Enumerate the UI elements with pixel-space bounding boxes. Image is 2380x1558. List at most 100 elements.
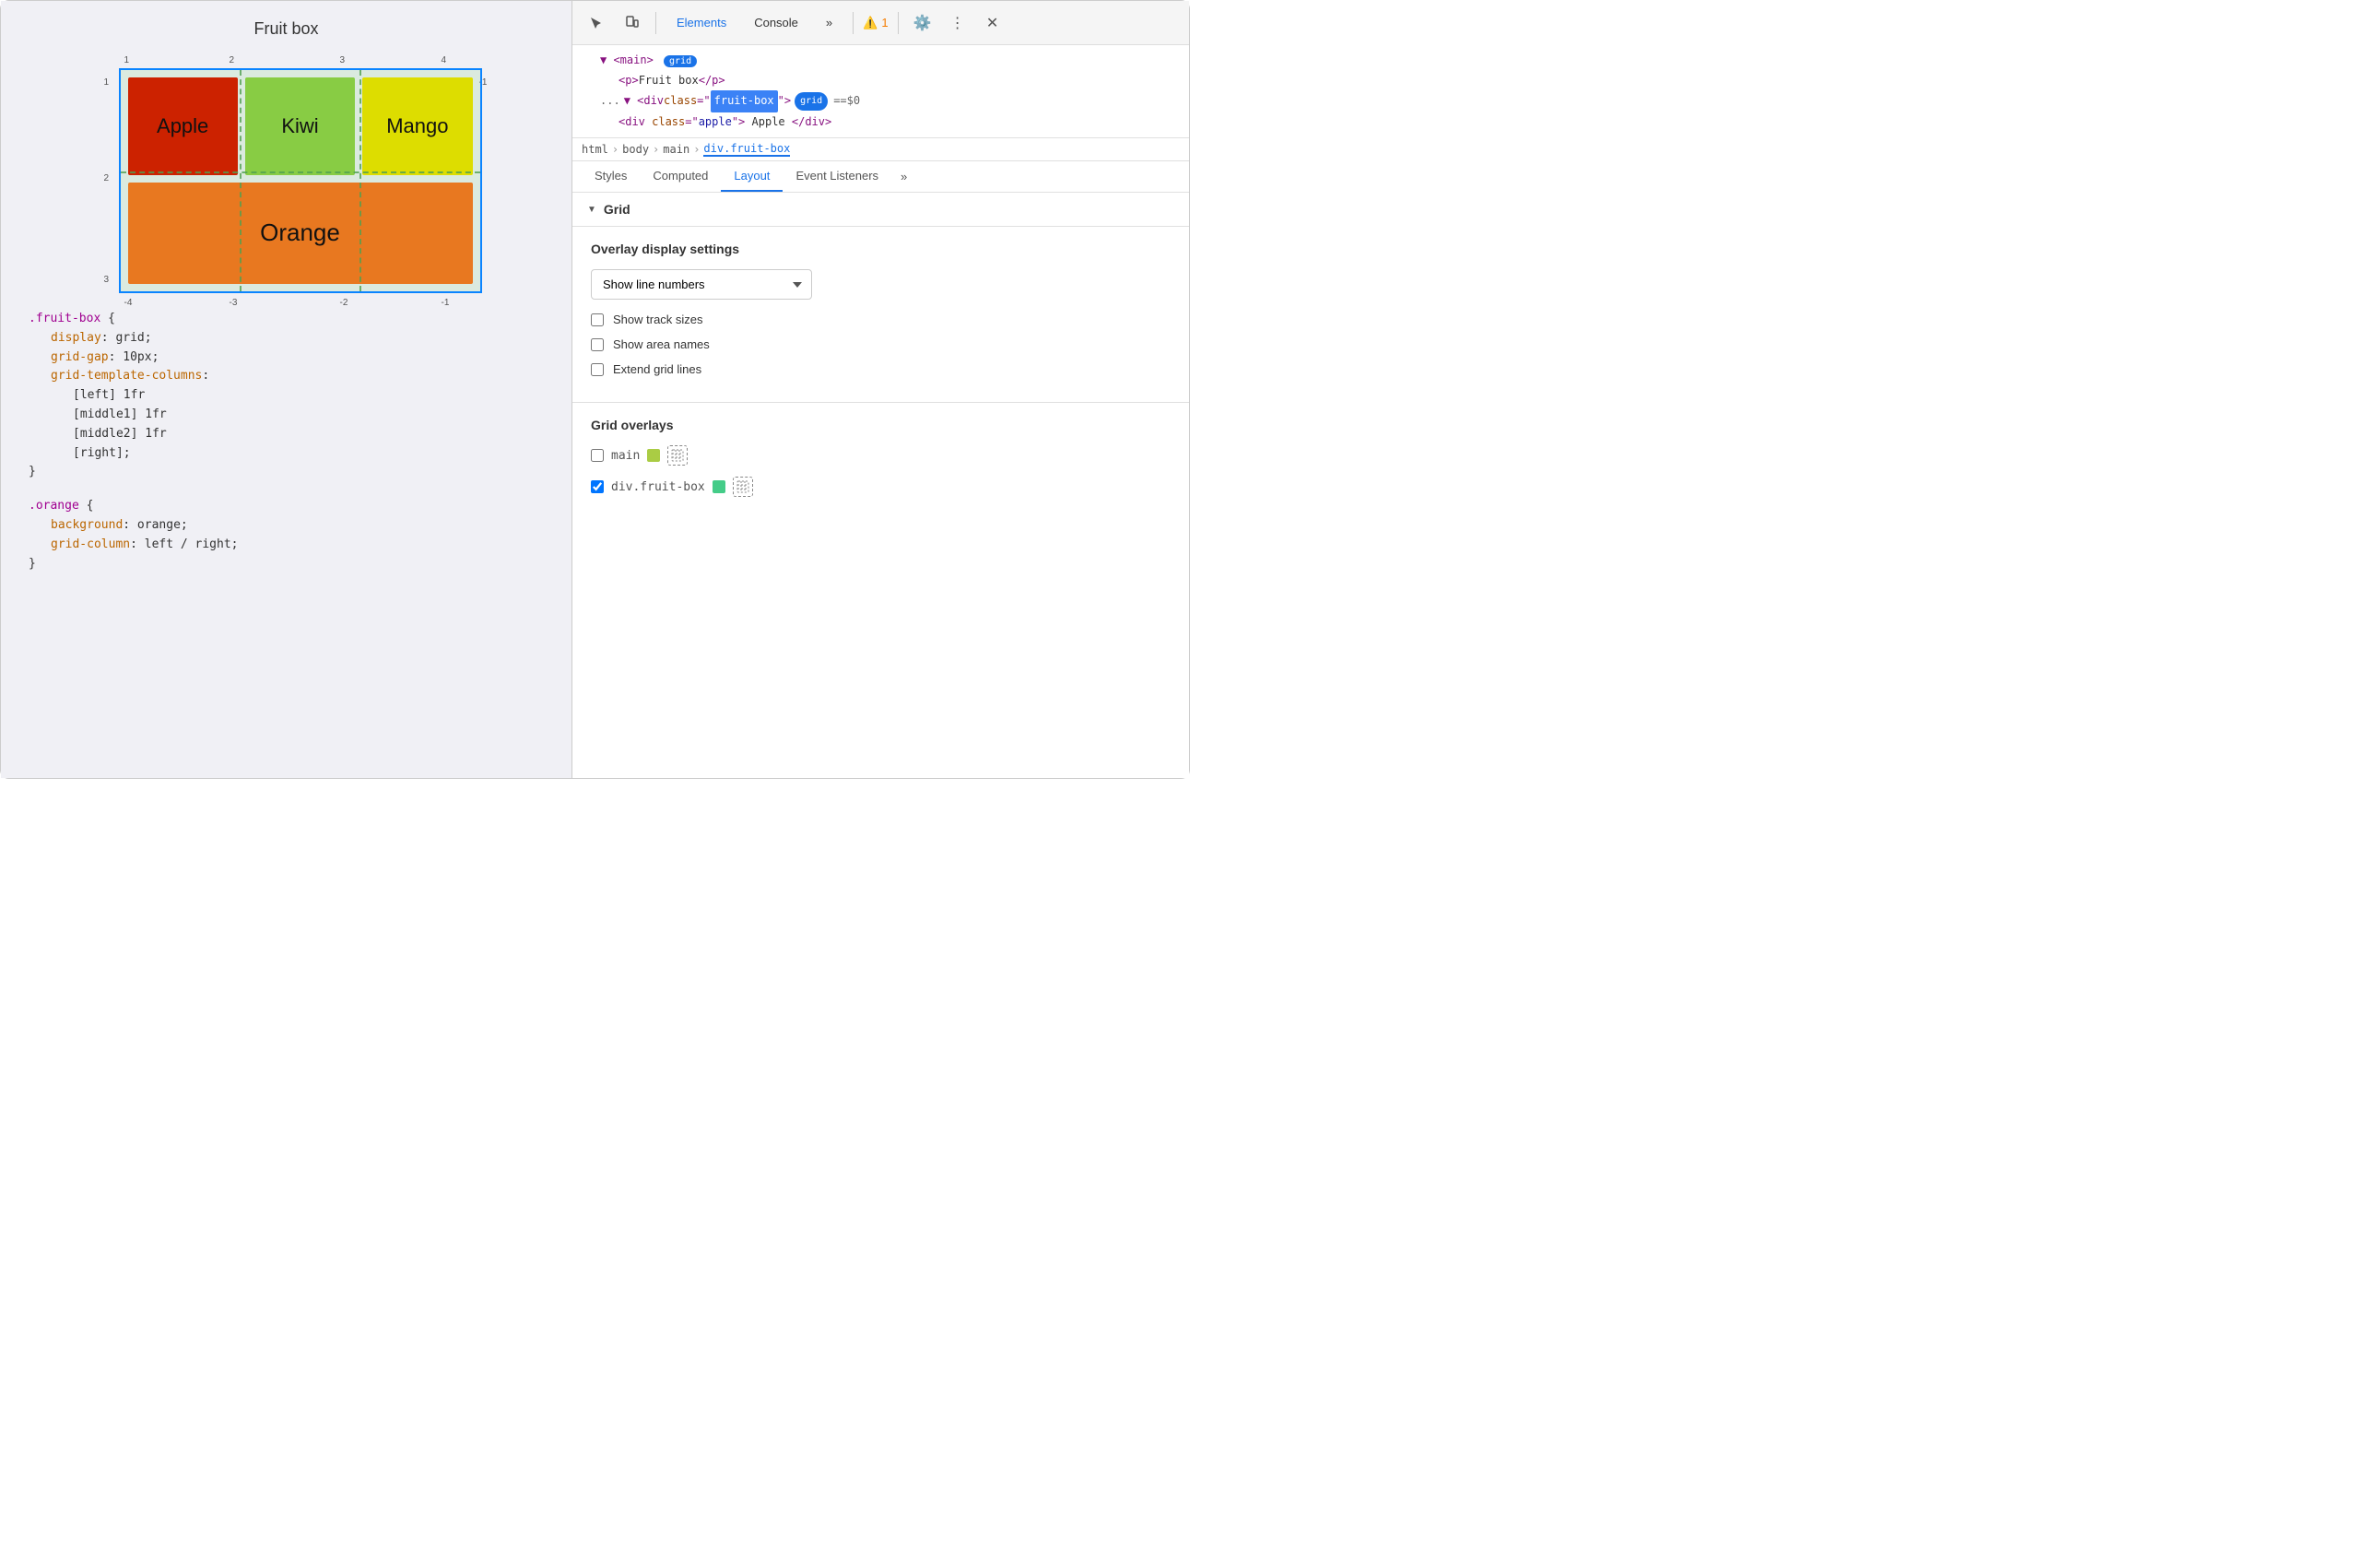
main-color-swatch bbox=[647, 449, 660, 462]
breadcrumb: html › body › main › div.fruit-box bbox=[572, 138, 1189, 161]
grid-num-bottom-3: -2 bbox=[340, 298, 348, 308]
overlay-settings-title: Overlay display settings bbox=[591, 242, 1171, 256]
bc-body[interactable]: body bbox=[622, 143, 649, 156]
checkbox-fruit-box-overlay[interactable] bbox=[591, 480, 604, 493]
grid-num-bottom-4: -1 bbox=[442, 298, 450, 308]
dom-line-p[interactable]: <p>Fruit box</p> bbox=[582, 71, 1180, 91]
label-extend-lines: Extend grid lines bbox=[613, 362, 701, 376]
warning-indicator: ⚠️ 1 bbox=[863, 16, 888, 30]
checkbox-main-overlay[interactable] bbox=[591, 449, 604, 462]
grid-badge-fruit-box: grid bbox=[795, 92, 828, 111]
grid-num-top-4: 4 bbox=[442, 55, 447, 65]
layout-content: ▼ Grid Overlay display settings Show lin… bbox=[572, 193, 1189, 778]
checkbox-extend-lines[interactable] bbox=[591, 363, 604, 376]
toolbar-divider-3 bbox=[898, 12, 899, 34]
grid-vis: Apple Kiwi Mango Orange bbox=[119, 68, 482, 293]
grid-num-top-2: 2 bbox=[230, 55, 235, 65]
grid-num-left-2: 2 bbox=[104, 173, 110, 183]
code-selector-fruit-box: .fruit-box bbox=[29, 312, 100, 325]
toolbar-divider-1 bbox=[655, 12, 656, 34]
right-panel: Elements Console » ⚠️ 1 ⚙️ ⋮ ✕ ▼ <main> … bbox=[572, 1, 1189, 778]
overlay-row-main: main bbox=[591, 445, 1171, 466]
code-prop-grid-column: grid-column bbox=[51, 537, 130, 551]
code-block-orange: .orange { background: orange; grid-colum… bbox=[29, 497, 544, 573]
label-main-overlay: main bbox=[611, 449, 640, 463]
warning-icon: ⚠️ bbox=[863, 16, 878, 30]
code-val-left: [left] 1fr bbox=[73, 388, 145, 402]
grid-num-left-3: 3 bbox=[104, 275, 110, 285]
fruit-box-color-swatch bbox=[713, 480, 725, 493]
more-tabs-btn[interactable]: » bbox=[815, 10, 843, 35]
checkbox-row-track-sizes: Show track sizes bbox=[591, 313, 1171, 326]
grid-num-top-1: 1 bbox=[124, 55, 130, 65]
tab-more[interactable]: » bbox=[891, 161, 916, 192]
dom-line-apple[interactable]: <div class="apple"> Apple </div> bbox=[582, 112, 1180, 133]
cell-mango: Mango bbox=[362, 77, 472, 175]
code-section: .fruit-box { display: grid; grid-gap: 10… bbox=[29, 310, 544, 573]
grid-badge-main: grid bbox=[664, 55, 697, 67]
grid-overlays-title: Grid overlays bbox=[591, 418, 1171, 432]
label-fruit-box-overlay: div.fruit-box bbox=[611, 480, 705, 494]
bc-fruit-box[interactable]: div.fruit-box bbox=[703, 142, 790, 157]
code-prop-grid-template: grid-template-columns bbox=[51, 369, 202, 383]
tab-styles[interactable]: Styles bbox=[582, 161, 640, 192]
dom-dollar: $0 bbox=[847, 91, 860, 112]
collapse-triangle: ▼ bbox=[587, 205, 596, 215]
fruit-box-title: Fruit box bbox=[253, 19, 318, 39]
grid-overlays-section: Grid overlays main div.fruit-box bbox=[572, 403, 1189, 523]
devtools-toolbar: Elements Console » ⚠️ 1 ⚙️ ⋮ ✕ bbox=[572, 1, 1189, 45]
grid-num-bottom-2: -3 bbox=[230, 298, 238, 308]
grid-section-header[interactable]: ▼ Grid bbox=[572, 193, 1189, 226]
line-numbers-dropdown[interactable]: Show line numbers Show track sizes Show … bbox=[591, 269, 812, 300]
cursor-icon-btn[interactable] bbox=[582, 8, 611, 38]
cell-kiwi: Kiwi bbox=[245, 77, 355, 175]
device-toggle-btn[interactable] bbox=[617, 8, 646, 38]
dom-equals: == bbox=[833, 91, 846, 112]
cell-apple: Apple bbox=[128, 77, 238, 175]
elements-tab-btn[interactable]: Elements bbox=[666, 10, 737, 35]
dom-line-fruit-box[interactable]: ... ▼ <div class="fruit-box"> grid == $0 bbox=[582, 90, 1180, 112]
grid-visualization: 1 2 3 4 1 2 3 -1 -4 -3 -2 -1 Apple bbox=[84, 52, 489, 310]
grid-section-label: Grid bbox=[604, 202, 630, 217]
checkbox-row-area-names: Show area names bbox=[591, 337, 1171, 351]
bc-html[interactable]: html bbox=[582, 143, 608, 156]
code-block-fruit-box: .fruit-box { display: grid; grid-gap: 10… bbox=[29, 310, 544, 482]
code-val-middle1: [middle1] 1fr bbox=[73, 407, 167, 421]
tab-layout[interactable]: Layout bbox=[721, 161, 783, 192]
cell-orange: Orange bbox=[128, 183, 473, 285]
overlay-settings: Overlay display settings Show line numbe… bbox=[572, 227, 1189, 403]
label-track-sizes: Show track sizes bbox=[613, 313, 703, 326]
code-prop-background: background bbox=[51, 518, 123, 532]
fruit-box-icon-btn[interactable] bbox=[733, 477, 753, 497]
code-val-middle2: [middle2] 1fr bbox=[73, 427, 167, 441]
checkbox-area-names[interactable] bbox=[591, 338, 604, 351]
console-tab-btn[interactable]: Console bbox=[743, 10, 809, 35]
more-options-btn[interactable]: ⋮ bbox=[943, 8, 972, 38]
panel-tabs: Styles Computed Layout Event Listeners » bbox=[572, 161, 1189, 193]
settings-icon-btn[interactable]: ⚙️ bbox=[908, 8, 937, 38]
grid-vline-2 bbox=[359, 70, 361, 291]
dom-line-main[interactable]: ▼ <main> grid bbox=[582, 51, 1180, 71]
grid-hline-1 bbox=[121, 171, 480, 173]
tab-event-listeners[interactable]: Event Listeners bbox=[783, 161, 891, 192]
code-prop-grid-gap: grid-gap bbox=[51, 350, 109, 364]
label-area-names: Show area names bbox=[613, 337, 710, 351]
code-val-right: [right]; bbox=[73, 446, 131, 460]
dropdown-row[interactable]: Show line numbers Show track sizes Show … bbox=[591, 269, 1171, 300]
warning-count: 1 bbox=[881, 16, 888, 30]
code-prop-display: display bbox=[51, 331, 101, 345]
grid-num-left-1: 1 bbox=[104, 77, 110, 88]
dom-ellipsis: ... bbox=[600, 91, 620, 112]
main-icon-btn[interactable] bbox=[667, 445, 688, 466]
overlay-row-fruit-box: div.fruit-box bbox=[591, 477, 1171, 497]
checkbox-track-sizes[interactable] bbox=[591, 313, 604, 326]
grid-num-top-3: 3 bbox=[340, 55, 346, 65]
checkbox-row-extend-lines: Extend grid lines bbox=[591, 362, 1171, 376]
grid-num-bottom-1: -4 bbox=[124, 298, 133, 308]
toolbar-divider-2 bbox=[853, 12, 854, 34]
grid-vline-1 bbox=[240, 70, 242, 291]
code-selector-orange: .orange bbox=[29, 499, 79, 513]
bc-main[interactable]: main bbox=[663, 143, 689, 156]
close-btn[interactable]: ✕ bbox=[978, 8, 1007, 38]
tab-computed[interactable]: Computed bbox=[640, 161, 721, 192]
